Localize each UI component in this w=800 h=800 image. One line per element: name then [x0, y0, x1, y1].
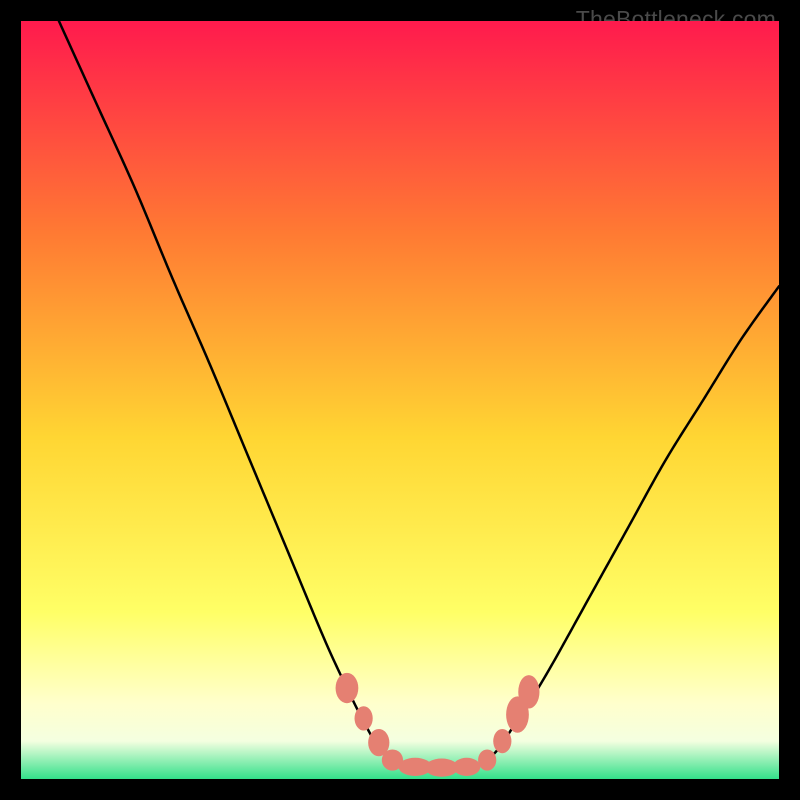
marker-right-2: [493, 729, 511, 753]
gradient-background: [21, 21, 779, 779]
chart-frame: TheBottleneck.com: [0, 0, 800, 800]
marker-left-1: [336, 673, 359, 703]
chart-svg: [21, 21, 779, 779]
plot-area: [21, 21, 779, 779]
marker-right-1: [478, 749, 496, 770]
marker-bottom-3: [453, 758, 480, 776]
marker-right-4: [518, 675, 539, 708]
marker-left-2: [355, 706, 373, 730]
